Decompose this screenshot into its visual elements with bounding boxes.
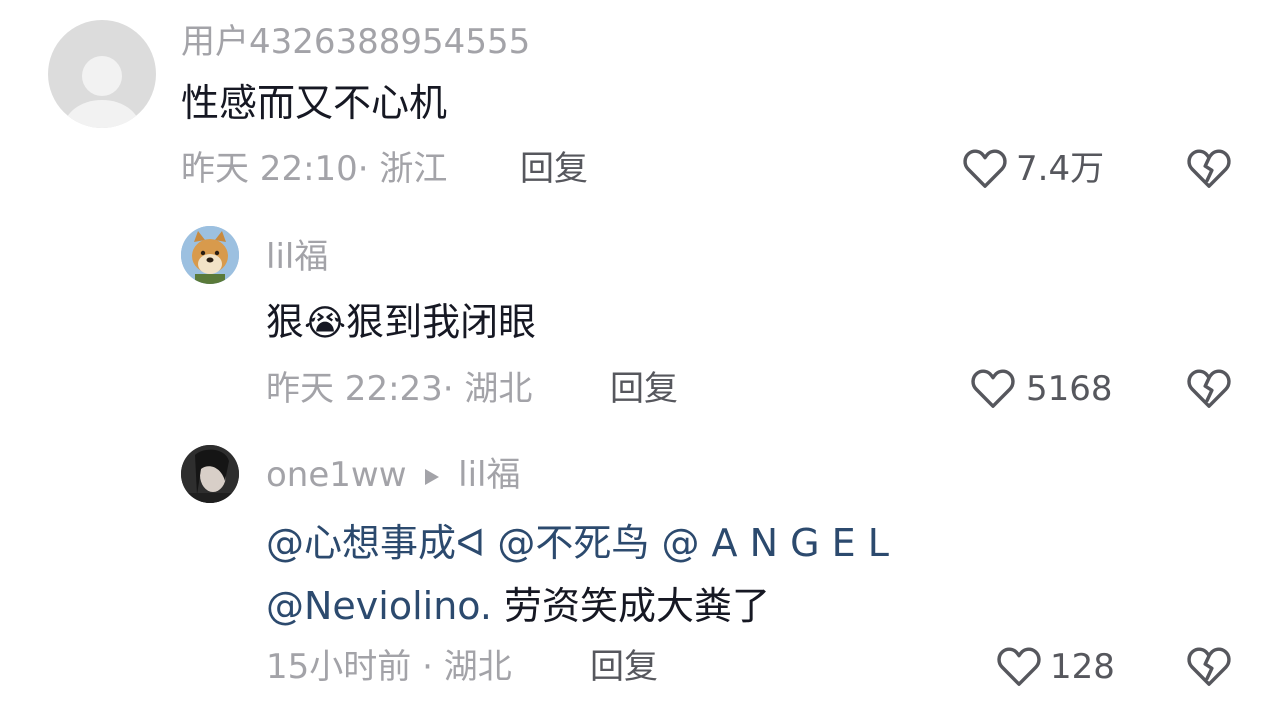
- comment-username[interactable]: one1ww: [266, 455, 407, 495]
- heart-outline-icon[interactable]: [996, 644, 1042, 688]
- mention-link[interactable]: @ A N G E L: [661, 521, 888, 565]
- broken-heart-icon[interactable]: [1186, 644, 1232, 688]
- reply-header: one1ww lil福: [266, 455, 520, 495]
- comment-time: 昨天 22:10: [181, 149, 358, 189]
- comment-location: 湖北: [464, 369, 533, 409]
- reply-button[interactable]: 回复: [590, 648, 658, 686]
- comment-meta: 昨天 22:23· 湖北: [266, 370, 532, 408]
- broken-heart-icon[interactable]: [1186, 366, 1232, 410]
- comment-location: 浙江: [379, 149, 448, 189]
- comment-location: 湖北: [443, 647, 512, 687]
- like-count: 5168: [1026, 369, 1113, 409]
- avatar-default[interactable]: [48, 20, 156, 128]
- comment-time: 昨天 22:23: [266, 369, 443, 409]
- comment-meta: 昨天 22:10· 浙江: [181, 150, 447, 188]
- heart-outline-icon[interactable]: [962, 146, 1008, 190]
- comment-time: 15小时前: [266, 647, 412, 687]
- heart-outline-icon[interactable]: [970, 366, 1016, 410]
- text-segment: 狠: [266, 300, 305, 344]
- like-count: 7.4万: [1016, 149, 1105, 189]
- comment-username[interactable]: lil福: [266, 237, 328, 277]
- text-segment: 狠到我闭眼: [346, 300, 537, 344]
- comment-text-line-2: @Neviolino. 劳资笑成大粪了: [266, 586, 770, 626]
- mention-link[interactable]: @不死鸟: [497, 521, 649, 565]
- comment-text: 狠😭狠到我闭眼: [266, 302, 536, 344]
- avatar-dog[interactable]: [181, 226, 239, 284]
- mention-link[interactable]: @Neviolino.: [266, 584, 492, 628]
- avatar-user[interactable]: [181, 445, 239, 503]
- text-segment: 劳资笑成大粪了: [491, 584, 771, 628]
- comment-meta: 15小时前 · 湖北: [266, 648, 512, 686]
- meta-separator: ·: [442, 369, 454, 409]
- comment-text: 性感而又不心机: [181, 81, 448, 125]
- meta-separator: ·: [422, 647, 433, 687]
- broken-heart-icon[interactable]: [1186, 146, 1232, 190]
- comment-username[interactable]: 用户4326388954555: [181, 22, 530, 62]
- reply-button[interactable]: 回复: [610, 370, 678, 408]
- play-arrow-icon: [423, 467, 441, 487]
- crying-emoji-icon: 😭: [304, 303, 347, 344]
- like-count: 128: [1050, 647, 1115, 687]
- meta-separator: ·: [357, 149, 369, 189]
- comment-text-line-1: @心想事成ᐊ @不死鸟 @ A N G E L: [266, 523, 889, 563]
- reply-button[interactable]: 回复: [520, 150, 588, 188]
- mention-link[interactable]: @心想事成ᐊ: [266, 521, 485, 565]
- reply-to-username[interactable]: lil福: [458, 455, 520, 495]
